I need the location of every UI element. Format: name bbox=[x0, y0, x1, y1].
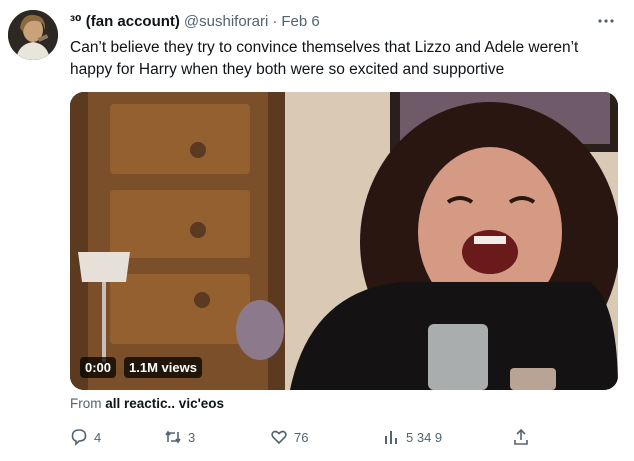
views-button[interactable]: 5 34 9 bbox=[382, 425, 442, 449]
share-upload-icon bbox=[514, 428, 528, 445]
tweet-date[interactable]: Feb 6 bbox=[281, 13, 319, 30]
retweet-button[interactable]: 3 bbox=[164, 425, 195, 449]
heart-icon bbox=[271, 430, 287, 445]
video-overlay: 0:00 1.1M views bbox=[80, 356, 202, 378]
views-count: 5 34 9 bbox=[406, 429, 443, 445]
analytics-bars-icon bbox=[385, 431, 397, 444]
tweet-header: ³⁰ (fan account) @sushiforari · Feb 6 bbox=[70, 11, 320, 31]
video-thumbnail bbox=[70, 92, 618, 390]
video-source-line: From all reactic.. vic'eos bbox=[70, 396, 224, 411]
display-name[interactable]: ³⁰ (fan account) bbox=[70, 12, 180, 30]
separator-dot: · bbox=[272, 12, 278, 30]
tweet-text: Can’t believe they try to convince thems… bbox=[70, 39, 579, 78]
more-options-button[interactable] bbox=[596, 11, 616, 31]
like-count: 76 bbox=[294, 429, 309, 445]
video-player[interactable] bbox=[70, 92, 618, 390]
tweet-actions: 4 3 76 5 34 9 bbox=[60, 425, 540, 449]
avatar[interactable] bbox=[8, 10, 58, 60]
like-button[interactable]: 76 bbox=[270, 425, 308, 449]
source-link[interactable]: all reactic.. vic'eos bbox=[105, 396, 224, 411]
retweet-arrows-icon bbox=[165, 430, 181, 444]
more-dots-icon bbox=[598, 19, 614, 23]
retweet-count: 3 bbox=[188, 429, 196, 445]
share-button[interactable] bbox=[512, 425, 530, 449]
reply-count: 4 bbox=[94, 429, 102, 445]
video-time-badge: 0:00 bbox=[80, 356, 117, 378]
reply-bubble-icon bbox=[71, 429, 87, 446]
avatar-image bbox=[8, 10, 58, 60]
source-prefix: From bbox=[70, 396, 102, 411]
user-handle[interactable]: @sushiforari bbox=[184, 13, 268, 30]
video-views-badge: 1.1M views bbox=[124, 356, 202, 378]
reply-button[interactable]: 4 bbox=[70, 425, 101, 449]
